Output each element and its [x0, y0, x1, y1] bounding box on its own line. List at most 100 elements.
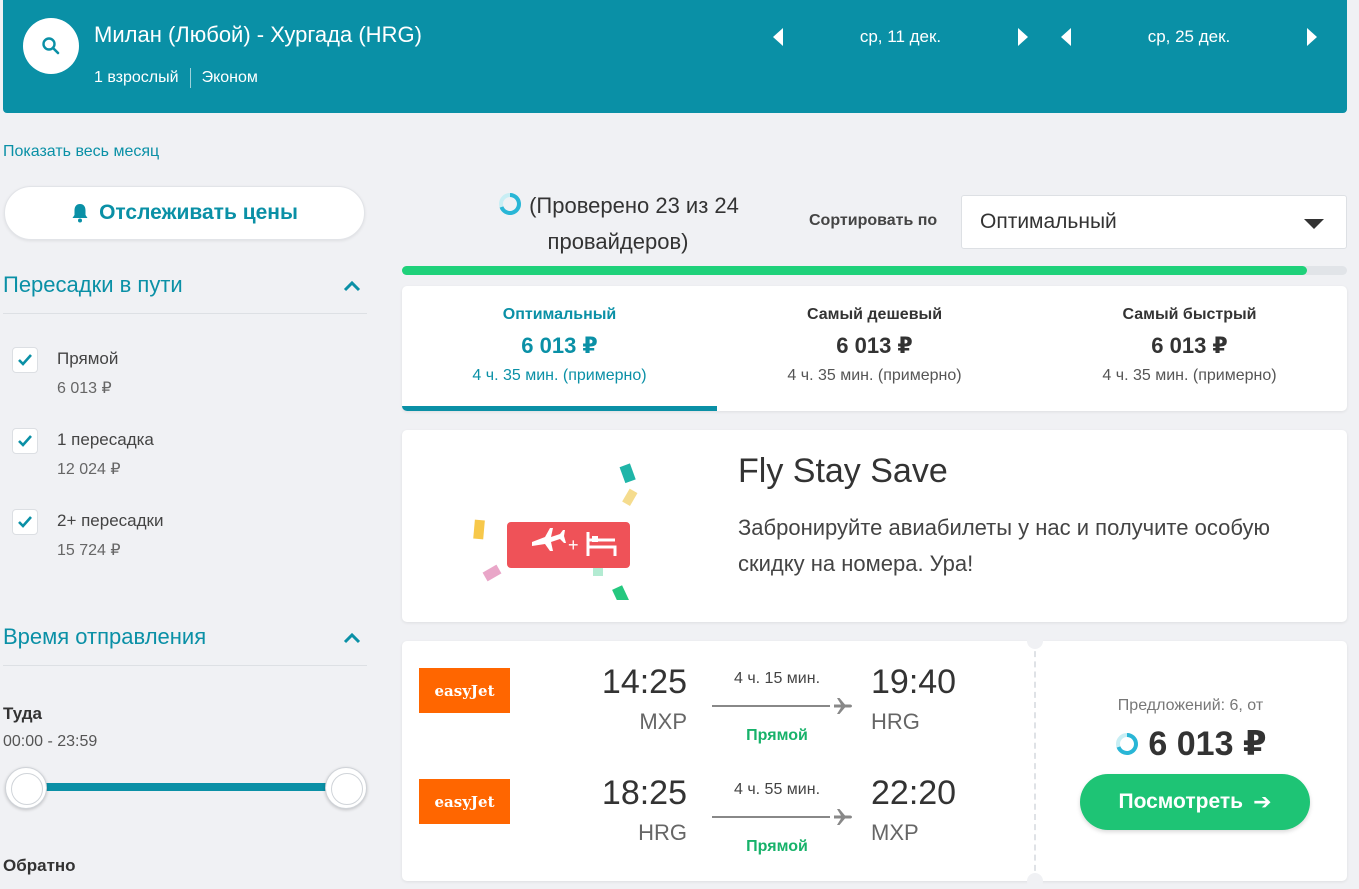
departure-time: 18:25: [601, 774, 687, 812]
return-date[interactable]: ср, 25 дек.: [1071, 27, 1307, 47]
bell-icon: [72, 204, 88, 223]
ticket-notch: [1027, 873, 1043, 889]
tab-label: Самый быстрый: [1122, 306, 1257, 323]
two-plus-checkbox[interactable]: [12, 509, 38, 535]
promo-title: Fly Stay Save: [738, 452, 948, 490]
sort-label: Сортировать по: [809, 212, 938, 229]
promo-text: Забронируйте авиабилеты у нас и получите…: [738, 515, 1270, 576]
providers-progress-text: (Проверено 23 из 24 провайдеров): [473, 188, 763, 260]
svg-text:+: +: [568, 535, 579, 555]
return-date-nav: ср, 25 дек.: [1061, 22, 1317, 52]
offers-count: Предложений: 6, от: [1117, 697, 1264, 714]
departure-time: 14:25: [601, 663, 687, 701]
progress-label: (Проверено 23 из 24 провайдеров): [529, 193, 739, 254]
direct-checkbox[interactable]: [12, 347, 38, 373]
one-stop-checkbox[interactable]: [12, 428, 38, 454]
stops-info: Прямой: [746, 838, 808, 855]
chevron-down-icon: [1304, 219, 1324, 229]
tab-label: Оптимальный: [502, 306, 617, 323]
plane-icon: [834, 809, 852, 825]
tab-price: 6 013 ₽: [836, 333, 913, 358]
stop-label: 2+ пересадки: [57, 511, 164, 530]
stop-price: 6 013 ₽: [57, 380, 112, 397]
flight-result-card[interactable]: easyJet 14:25 MXP 4 ч. 15 мин. Прямой 19…: [402, 633, 1347, 889]
chevron-up-icon[interactable]: [342, 631, 362, 645]
tab-price: 6 013 ₽: [1151, 333, 1228, 358]
spinner-icon: [1116, 733, 1139, 755]
departure-airport: MXP: [639, 709, 687, 734]
arrival-time: 22:20: [871, 774, 957, 812]
tab-cheapest[interactable]: Самый дешевый 6 013 ₽ 4 ч. 35 мин. (прим…: [717, 286, 1032, 411]
prev-depart-date-icon[interactable]: [773, 28, 783, 46]
check-icon: [18, 516, 32, 528]
slider-handle-start[interactable]: [5, 767, 47, 809]
separator: [189, 68, 191, 88]
outbound-label: Туда: [3, 704, 43, 723]
search-progress-bar: [402, 266, 1347, 275]
arrival-airport: HRG: [871, 709, 920, 734]
departure-airport: HRG: [638, 820, 687, 845]
airline-logo: easyJet: [419, 668, 510, 713]
airline-logo: easyJet: [419, 779, 510, 824]
departure-time-filter-title[interactable]: Время отправления: [3, 624, 206, 650]
route-line: [712, 816, 830, 818]
next-return-date-icon[interactable]: [1307, 28, 1317, 46]
check-icon: [18, 354, 32, 366]
stop-price: 12 024 ₽: [57, 461, 121, 478]
tab-price: 6 013 ₽: [521, 333, 598, 358]
divider: [3, 665, 367, 666]
tab-label: Самый дешевый: [806, 306, 943, 323]
flight-price: 6 013 ₽: [1034, 724, 1347, 764]
sort-tabs: Оптимальный 6 013 ₽ 4 ч. 35 мин. (пример…: [402, 286, 1347, 411]
check-icon: [18, 435, 32, 447]
track-prices-label: Отслеживать цены: [99, 201, 298, 224]
next-depart-date-icon[interactable]: [1018, 28, 1028, 46]
route-title[interactable]: Милан (Любой) - Хургада (HRG): [94, 22, 422, 48]
arrival-time: 19:40: [871, 663, 957, 701]
plane-icon: [834, 698, 852, 714]
passenger-cabin-info[interactable]: 1 взрослый Эконом: [94, 68, 258, 88]
outbound-leg: easyJet 14:25 MXP 4 ч. 15 мин. Прямой 19…: [402, 641, 1034, 751]
search-icon: [42, 37, 60, 55]
tab-fastest[interactable]: Самый быстрый 6 013 ₽ 4 ч. 35 мин. (прим…: [1032, 286, 1347, 411]
tab-duration: 4 ч. 35 мин. (примерно): [472, 367, 647, 384]
search-progress-fill: [402, 266, 1308, 275]
outbound-time-slider-track[interactable]: [26, 783, 346, 791]
search-button[interactable]: [23, 18, 79, 74]
stop-label: Прямой: [57, 349, 119, 368]
flight-duration: 4 ч. 55 мин.: [733, 781, 821, 798]
chevron-up-icon[interactable]: [342, 279, 362, 293]
stop-label: 1 пересадка: [57, 430, 154, 449]
stops-info: Прямой: [746, 727, 808, 744]
flight-hotel-illustration: +: [473, 463, 638, 600]
passengers-count: 1 взрослый: [94, 69, 179, 86]
stops-filter-title[interactable]: Пересадки в пути: [3, 272, 183, 298]
sort-value: Оптимальный: [980, 210, 1117, 233]
track-prices-button[interactable]: Отслеживать цены: [4, 186, 365, 240]
slider-handle-end[interactable]: [325, 767, 367, 809]
depart-date-nav: ср, 11 дек.: [773, 22, 1028, 52]
search-header: Милан (Любой) - Хургада (HRG) 1 взрослый…: [3, 0, 1347, 113]
tab-duration: 4 ч. 35 мин. (примерно): [1102, 367, 1277, 384]
spinner-icon: [499, 193, 522, 215]
show-whole-month-link[interactable]: Показать весь месяц: [3, 143, 159, 161]
return-leg: easyJet 18:25 HRG 4 ч. 55 мин. Прямой 22…: [402, 752, 1034, 862]
view-deal-button[interactable]: Посмотреть ➔: [1080, 774, 1310, 830]
fly-stay-save-banner[interactable]: + Fly Stay Save Забронируйте авиабилеты …: [402, 430, 1347, 622]
depart-date[interactable]: ср, 11 дек.: [783, 27, 1018, 47]
outbound-time-range: 00:00 - 23:59: [3, 733, 98, 750]
arrow-right-icon: ➔: [1253, 789, 1272, 814]
cabin-class: Эконом: [201, 69, 258, 86]
divider: [3, 313, 367, 314]
arrival-airport: MXP: [871, 820, 919, 845]
tab-duration: 4 ч. 35 мин. (примерно): [787, 367, 962, 384]
prev-return-date-icon[interactable]: [1061, 28, 1071, 46]
view-deal-label: Посмотреть: [1118, 790, 1244, 813]
stop-price: 15 724 ₽: [57, 542, 121, 559]
flight-price-value: 6 013 ₽: [1148, 725, 1267, 763]
tab-optimal[interactable]: Оптимальный 6 013 ₽ 4 ч. 35 мин. (пример…: [402, 286, 717, 411]
route-line: [712, 705, 830, 707]
flight-duration: 4 ч. 15 мин.: [733, 670, 821, 687]
sort-select[interactable]: Оптимальный: [961, 195, 1347, 249]
return-label: Обратно: [3, 856, 76, 875]
